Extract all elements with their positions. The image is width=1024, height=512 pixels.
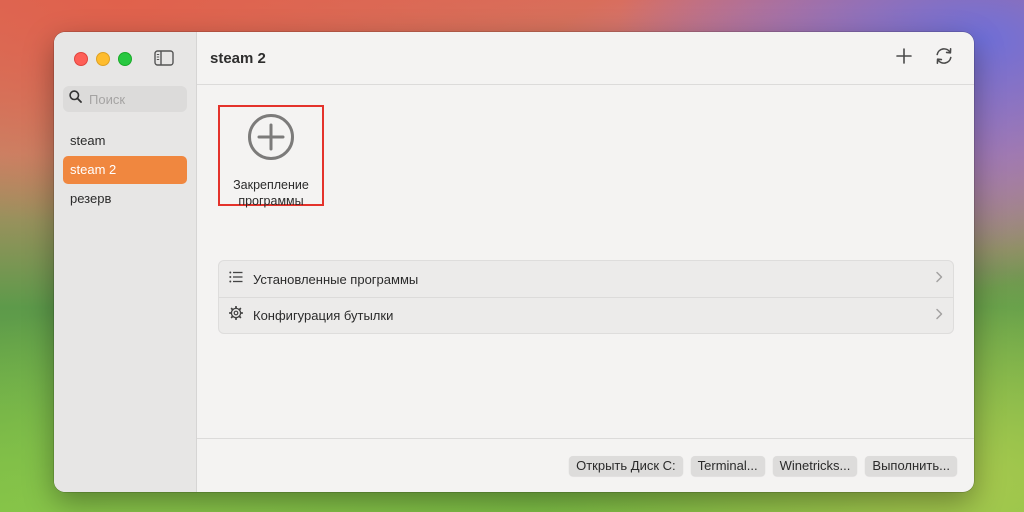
page-title: steam 2 (210, 49, 266, 67)
search-input[interactable] (87, 90, 181, 108)
chevron-right-icon (935, 307, 943, 325)
footer-toolbar: Открыть Диск С: Terminal... Winetricks..… (197, 438, 974, 492)
search-icon (69, 90, 82, 108)
winetricks-button[interactable]: Winetricks... (772, 455, 858, 476)
open-drive-c-button[interactable]: Открыть Диск С: (569, 455, 683, 476)
pin-program-button[interactable]: Закрепление программы (218, 105, 324, 209)
bottle-list: steam steam 2 резерв (63, 127, 187, 214)
run-button[interactable]: Выполнить... (865, 455, 957, 476)
list-icon (229, 270, 243, 288)
close-button[interactable] (74, 52, 88, 66)
installed-programs-row[interactable]: Установленные программы (219, 261, 953, 297)
pin-program-label: Закрепление программы (233, 177, 309, 209)
plus-icon (896, 47, 912, 69)
pin-label-line1: Закрепление (233, 178, 309, 192)
bottle-configuration-label: Конфигурация бутылки (253, 308, 394, 323)
sidebar-item-reserve[interactable]: резерв (63, 185, 187, 213)
refresh-button[interactable] (930, 44, 958, 72)
zoom-button[interactable] (118, 52, 132, 66)
main-content: steam 2 Закрепление программы Установлен… (197, 32, 974, 492)
app-window: steam steam 2 резерв steam 2 (54, 32, 974, 492)
plus-circle-icon (246, 112, 296, 167)
bottle-options-list: Установленные программы Конфигурация бут… (218, 260, 954, 334)
bottle-configuration-row[interactable]: Конфигурация бутылки (219, 297, 953, 333)
search-field[interactable] (63, 86, 187, 112)
terminal-button[interactable]: Terminal... (690, 455, 765, 476)
window-controls (74, 52, 132, 66)
refresh-icon (934, 47, 954, 70)
toolbar: steam 2 (197, 32, 974, 85)
add-button[interactable] (890, 44, 918, 72)
installed-programs-label: Установленные программы (253, 271, 419, 287)
minimize-button[interactable] (96, 52, 110, 66)
pin-label-line2: программы (238, 194, 304, 208)
sidebar-item-steam-2[interactable]: steam 2 (63, 156, 187, 184)
gear-icon (228, 305, 244, 325)
chevron-right-icon (935, 270, 943, 288)
sidebar-item-steam[interactable]: steam (63, 127, 187, 155)
sidebar: steam steam 2 резерв (54, 32, 197, 492)
sidebar-toggle-icon[interactable] (153, 49, 175, 67)
